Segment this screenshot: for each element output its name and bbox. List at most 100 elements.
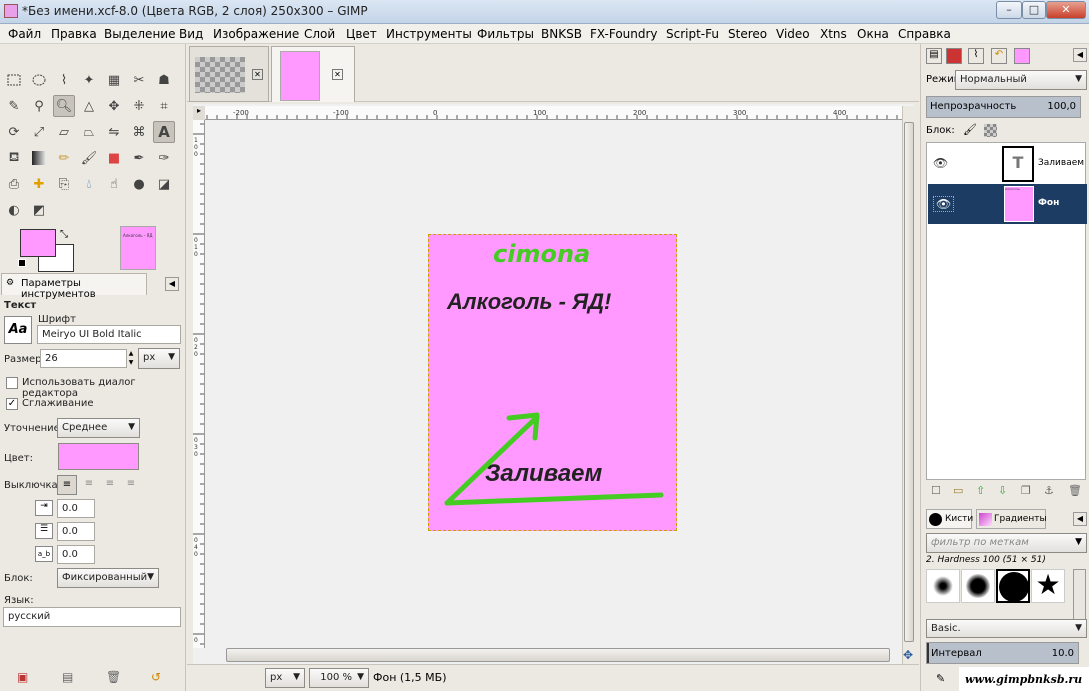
justify-fill-icon[interactable]: ≡ <box>121 475 141 495</box>
raise-layer-icon[interactable]: ⇧ <box>976 484 985 497</box>
curves-icon[interactable]: ◪ <box>153 173 175 195</box>
menu-windows[interactable]: Окна <box>857 27 889 41</box>
spacing-slider[interactable]: Интервал 10.0 <box>926 642 1079 664</box>
foreground-color-swatch[interactable] <box>20 229 56 257</box>
zoom-select[interactable]: 100 % ▼ <box>309 668 369 688</box>
image-canvas[interactable]: cimona Алкоголь - ЯД! Заливаем <box>428 234 677 531</box>
image-tab-2[interactable]: ✕ <box>271 46 355 102</box>
ellipse-select-icon[interactable] <box>28 69 50 91</box>
pencil-icon[interactable]: ✏ <box>53 147 75 169</box>
zoom-icon[interactable]: 🔍︎ <box>53 95 75 117</box>
smudge-icon[interactable]: ☝ <box>103 173 125 195</box>
fuzzy-select-icon[interactable]: ✦ <box>78 69 100 91</box>
airbrush-icon[interactable]: ✒ <box>128 147 150 169</box>
crop-icon[interactable]: ⌗ <box>153 95 175 117</box>
lock-pixels-icon[interactable]: 🖌︎ <box>963 123 977 136</box>
lock-alpha-icon[interactable] <box>984 124 997 137</box>
brush-hardness-100[interactable] <box>996 569 1030 603</box>
opacity-slider[interactable]: Непрозрачность 100,0 <box>926 96 1081 118</box>
brush-star[interactable]: ★ <box>1031 569 1065 603</box>
save-options-icon[interactable]: ▣ <box>17 670 28 684</box>
menu-help[interactable]: Справка <box>898 27 951 41</box>
layer-row-background[interactable]: 👁︎ Алкоголь Фон <box>928 184 1087 224</box>
layer-mode-select[interactable]: Нормальный ▼ <box>955 70 1087 90</box>
images-tab-icon[interactable] <box>1014 48 1030 64</box>
menu-xtns[interactable]: Xtns <box>820 27 847 41</box>
text-color-button[interactable] <box>58 443 139 470</box>
menu-image[interactable]: Изображение <box>213 27 299 41</box>
channels-tab-icon[interactable] <box>946 48 962 64</box>
letter-spacing-input[interactable]: 0.0 <box>57 545 95 564</box>
paths-icon[interactable]: ✎ <box>3 95 25 117</box>
menu-layer[interactable]: Слой <box>304 27 335 41</box>
vertical-scrollbar[interactable] <box>902 106 914 664</box>
horizontal-scrollbar[interactable] <box>226 648 890 662</box>
scissors-icon[interactable]: ✂ <box>128 69 150 91</box>
paintbrush-icon[interactable]: 🖌︎ <box>78 147 100 169</box>
measure-icon[interactable]: △ <box>78 95 100 117</box>
blur-icon[interactable]: 💧︎ <box>78 173 100 195</box>
menu-view[interactable]: Вид <box>179 27 203 41</box>
brush-soft-medium[interactable] <box>961 569 995 603</box>
undo-tab-icon[interactable]: ↶ <box>991 48 1007 64</box>
unit-select[interactable]: px ▼ <box>265 668 305 688</box>
reset-colors-icon[interactable] <box>18 259 26 267</box>
font-preview-icon[interactable]: Aa <box>4 316 32 344</box>
cage-icon[interactable]: ⌘ <box>128 121 150 143</box>
duplicate-layer-icon[interactable]: ❐ <box>1021 484 1031 497</box>
rect-select-icon[interactable] <box>3 69 25 91</box>
menu-video[interactable]: Video <box>776 27 810 41</box>
perspective-icon[interactable]: ⏢ <box>78 121 100 143</box>
swap-colors-icon[interactable]: ⤡ <box>60 229 68 240</box>
menu-stereo[interactable]: Stereo <box>728 27 767 41</box>
layer-row-text[interactable]: 👁︎ T Заливаем <box>928 144 1087 184</box>
foreground-select-icon[interactable]: ☗ <box>153 69 175 91</box>
color-select-icon[interactable]: ▦ <box>103 69 125 91</box>
vertical-scroll-thumb[interactable] <box>904 122 914 642</box>
justify-right-icon[interactable]: ≡ <box>79 475 99 495</box>
warp-icon[interactable]: ◩ <box>28 199 50 221</box>
menu-fx-foundry[interactable]: FX-Foundry <box>590 27 658 41</box>
language-input[interactable]: русский <box>3 607 181 627</box>
font-input[interactable]: Meiryo UI Bold Italic <box>37 325 181 344</box>
line-spacing-input[interactable]: 0.0 <box>57 522 95 541</box>
size-input[interactable]: 26 <box>40 349 127 368</box>
antialias-checkbox[interactable]: ✓ <box>6 398 18 410</box>
brush-soft-small[interactable] <box>926 569 960 603</box>
clone-icon[interactable]: ⎙ <box>3 173 25 195</box>
menu-filters[interactable]: Фильтры <box>477 27 534 41</box>
justify-center-icon[interactable]: ≡ <box>100 475 120 495</box>
new-group-icon[interactable]: ▭ <box>953 484 963 497</box>
text-tool-icon[interactable]: A <box>153 121 175 143</box>
menu-edit[interactable]: Правка <box>51 27 97 41</box>
menu-script-fu[interactable]: Script-Fu <box>666 27 719 41</box>
panel-menu-icon[interactable]: ◀ <box>1073 48 1087 62</box>
menu-select[interactable]: Выделение <box>104 27 175 41</box>
menu-file[interactable]: Файл <box>8 27 41 41</box>
quickmask-corner-icon[interactable]: ▸ <box>193 106 205 120</box>
scale-icon[interactable]: ⤢ <box>28 121 50 143</box>
minimize-button[interactable]: – <box>996 1 1022 19</box>
move-icon[interactable]: ✥ <box>103 95 125 117</box>
paths-tab-icon[interactable]: ⌇ <box>968 48 984 64</box>
menu-color[interactable]: Цвет <box>346 27 377 41</box>
delete-options-icon[interactable]: 🗑︎ <box>106 670 121 684</box>
ink-icon[interactable]: ✑ <box>153 147 175 169</box>
indent-input[interactable]: 0.0 <box>57 499 95 518</box>
blend-icon[interactable] <box>28 147 50 169</box>
reset-options-icon[interactable]: ↺ <box>151 670 161 684</box>
close-button[interactable]: ✕ <box>1046 1 1086 19</box>
justify-left-icon[interactable]: ≡ <box>57 475 77 495</box>
box-mode-select[interactable]: Фиксированный ▼ <box>57 568 159 588</box>
lasso-icon[interactable]: ⌇ <box>53 69 75 91</box>
edit-brush-icon[interactable]: ✎ <box>936 672 945 685</box>
close-icon[interactable]: ✕ <box>252 69 263 80</box>
close-icon[interactable]: ✕ <box>332 69 343 80</box>
brush-preset-select[interactable]: Basic. ▼ <box>926 619 1087 638</box>
new-layer-icon[interactable]: ☐ <box>931 484 941 497</box>
hinting-select[interactable]: Среднее ▼ <box>57 418 140 438</box>
menu-tools[interactable]: Инструменты <box>386 27 472 41</box>
size-spin-icon[interactable]: ▲ ▼ <box>127 349 135 368</box>
image-tab-1[interactable]: ✕ <box>189 46 269 102</box>
panel-menu-icon[interactable]: ◀ <box>1073 512 1087 526</box>
